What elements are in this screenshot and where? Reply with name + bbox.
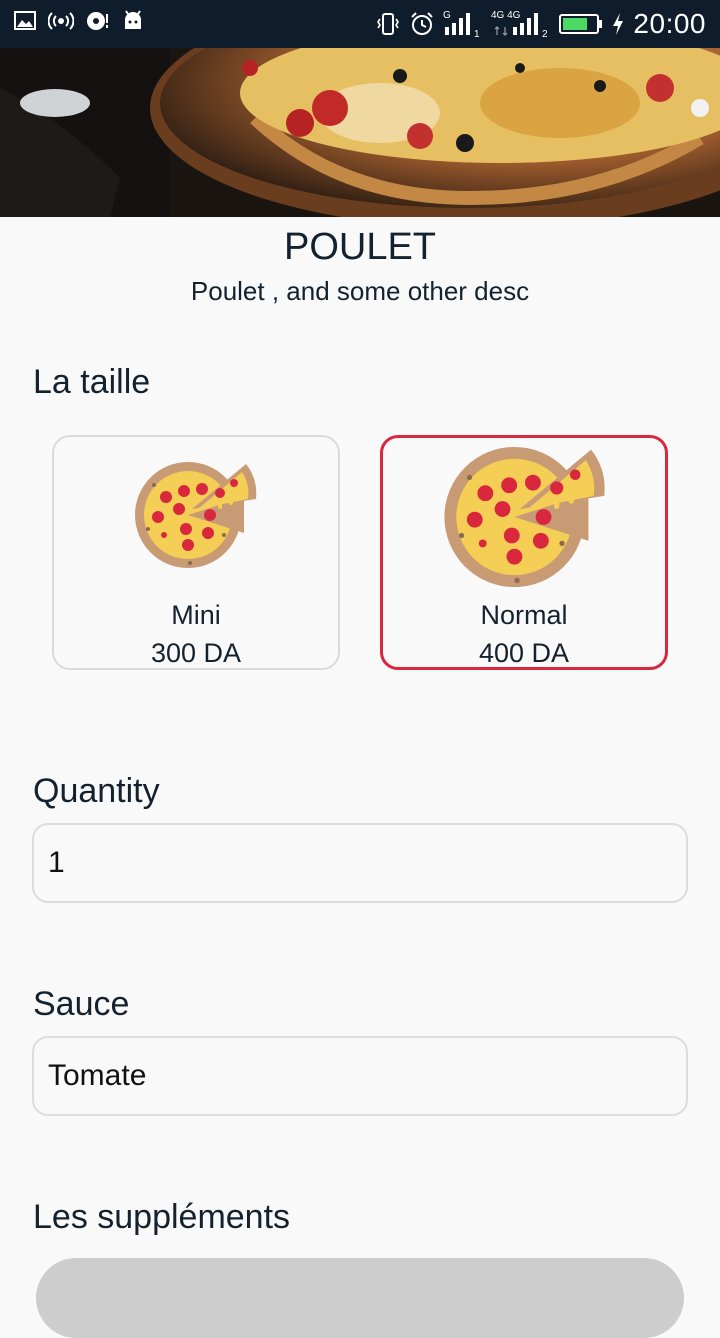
quantity-label: Quantity: [33, 772, 160, 810]
product-description: Poulet , and some other desc: [190, 276, 530, 306]
status-bar: G 1 4G 4G 2 20:00: [0, 0, 720, 48]
signal-4g-icon: 4G 4G 2: [491, 9, 551, 39]
size-section-label: La taille: [33, 363, 151, 401]
size-option-price: 300 DA: [150, 638, 242, 668]
status-time: 20:00: [633, 8, 706, 39]
pizza-icon: [443, 443, 607, 595]
alarm-icon: [409, 11, 435, 37]
pizza-icon: [134, 459, 258, 575]
supplements-button[interactable]: [36, 1258, 684, 1338]
sim1-index-label: 1: [474, 29, 480, 39]
sauce-label: Sauce: [33, 985, 130, 1023]
size-option-name: Mini: [171, 600, 221, 630]
image-icon: [14, 10, 36, 32]
vibrate-icon: [375, 11, 401, 37]
signal-g-icon: G 1: [443, 9, 483, 39]
quantity-input[interactable]: 1: [32, 823, 688, 903]
battery-icon: [559, 12, 603, 36]
size-option-mini[interactable]: Mini 300 DA: [52, 435, 340, 670]
sauce-select[interactable]: Tomate: [32, 1036, 688, 1116]
sim2-network-label: 4G 4G: [491, 10, 521, 21]
product-title: POULET: [283, 226, 437, 268]
supplements-label: Les suppléments: [33, 1198, 291, 1236]
charging-icon: [611, 12, 625, 36]
android-icon: [122, 10, 144, 32]
size-option-normal[interactable]: Normal 400 DA: [380, 435, 668, 670]
sim2-index-label: 2: [542, 29, 548, 39]
product-hero-image: [0, 48, 720, 217]
record-icon: [86, 10, 110, 32]
size-option-name: Normal: [480, 600, 568, 630]
sim1-network-label: G: [443, 10, 451, 21]
hotspot-icon: [48, 10, 74, 32]
size-option-price: 400 DA: [478, 638, 570, 668]
